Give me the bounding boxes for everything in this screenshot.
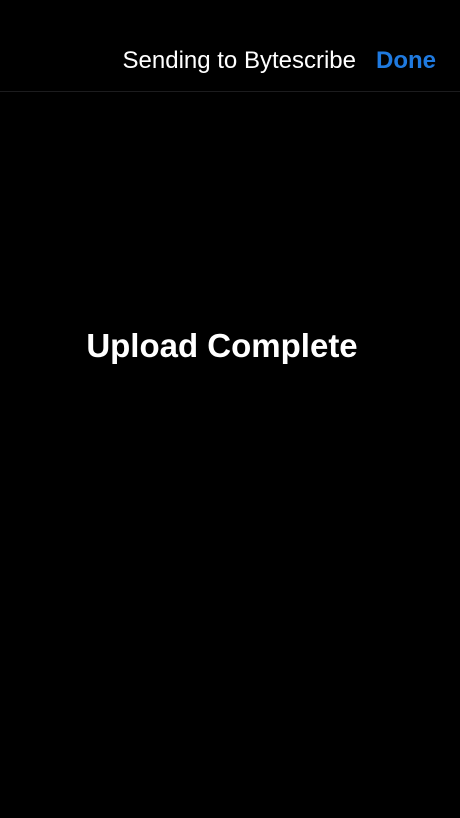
nav-title: Sending to Bytescribe [122,47,356,74]
upload-status-message: Upload Complete [86,327,358,364]
upload-screen: Sending to Bytescribe Done Upload Comple… [0,0,460,818]
content-area: Upload Complete [0,93,460,818]
navigation-bar: Sending to Bytescribe Done [0,0,460,92]
done-button[interactable]: Done [376,46,436,76]
